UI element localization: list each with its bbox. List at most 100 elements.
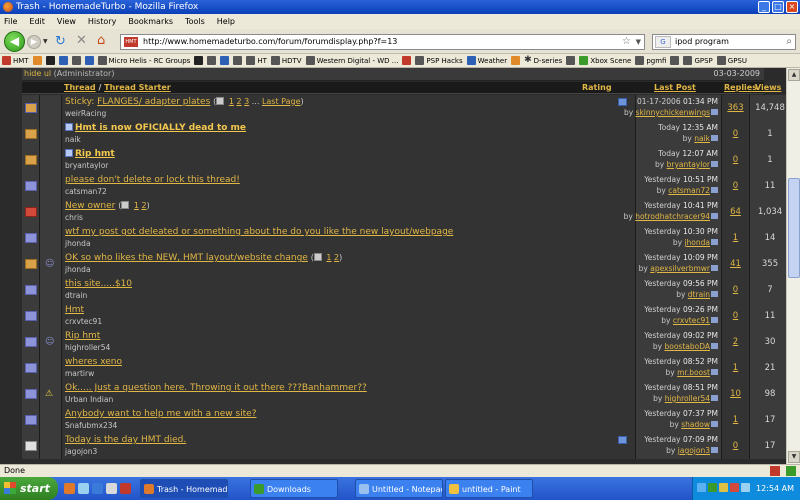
thread-starter[interactable]: bryantaylor [65,161,108,170]
thread-title-link[interactable]: Hmt is now OFICIALLY dead to me [75,123,246,133]
thread-title-link[interactable]: OK so who likes the NEW, HMT layout/webs… [65,253,308,263]
search-magnifier-icon[interactable]: ⌕ [786,35,792,49]
bookmark-item[interactable] [220,56,230,65]
replies-link[interactable]: 10 [730,389,741,399]
thread-title-link[interactable]: New owner [65,201,115,211]
bookmark-item[interactable]: Micro Helis - RC Groups [97,56,190,65]
bookmark-item[interactable]: Weather [466,56,507,65]
replies-link[interactable]: 41 [730,259,741,269]
history-dropdown-icon[interactable]: ▼ [43,38,48,45]
page-link[interactable]: 1 [326,253,331,262]
page-link[interactable]: 1 [134,201,139,210]
replies-link[interactable]: 1 [733,233,738,243]
url-bar[interactable]: HMT http://www.homemadeturbo.com/forum/f… [120,34,645,50]
taskbar-button[interactable]: untitled - Paint [445,479,533,498]
reload-icon[interactable]: ↻ [55,34,66,49]
quicklaunch-ie-icon[interactable] [92,483,103,494]
tray-volume-icon[interactable] [719,483,728,492]
status-security-icon[interactable] [786,466,796,476]
last-poster-link[interactable]: mr.boost [677,368,710,377]
bookmark-item[interactable]: GPSU [716,56,747,65]
replies-link[interactable]: 0 [733,181,738,191]
go-to-last-post-icon[interactable] [711,291,718,297]
url-text[interactable]: http://www.homemadeturbo.com/forum/forum… [143,37,397,46]
bookmark-item[interactable] [402,56,412,65]
thread-starter[interactable]: jhonda [65,265,91,274]
scroll-up-icon[interactable]: ▲ [788,69,800,81]
search-box[interactable]: G ipod program ⌕ [652,34,796,50]
last-post-sort-link[interactable]: Last Post [654,83,696,92]
thread-title-link[interactable]: Rip hmt [75,149,115,159]
thread-starter[interactable]: highroller54 [65,343,110,352]
quicklaunch-app-icon[interactable] [120,483,131,494]
menu-history[interactable]: History [88,14,116,29]
last-poster-link[interactable]: catsman72 [668,186,710,195]
taskbar-button[interactable]: Downloads [250,479,338,498]
menu-edit[interactable]: Edit [29,14,45,29]
replies-link[interactable]: 0 [733,441,738,451]
thread-title-link[interactable]: wheres xeno [65,357,122,367]
thread-starter[interactable]: weirRacing [65,109,106,118]
thread-starter[interactable]: Snafubmx234 [65,421,117,430]
last-poster-link[interactable]: dtrain [688,290,710,299]
tray-security-icon[interactable] [708,483,717,492]
go-to-last-post-icon[interactable] [711,395,718,401]
go-to-last-post-icon[interactable] [711,187,718,193]
search-input[interactable]: ipod program [675,37,729,46]
replies-link[interactable]: 64 [730,207,741,217]
go-to-last-post-icon[interactable] [711,239,718,245]
close-button[interactable]: × [786,1,798,13]
go-to-last-post-icon[interactable] [711,213,718,219]
quicklaunch-firefox-icon[interactable] [64,483,75,494]
thread-title-link[interactable]: please don't delete or lock this thread! [65,175,240,185]
go-to-last-post-icon[interactable] [711,265,718,271]
thread-title-link[interactable]: FLANGES/ adapter plates [97,97,210,107]
last-poster-link[interactable]: hotrodhatchracer94 [635,212,710,221]
tray-update-icon[interactable] [741,483,750,492]
thread-starter[interactable]: dtrain [65,291,87,300]
bookmark-item[interactable] [45,56,55,65]
go-to-last-post-icon[interactable] [711,343,718,349]
last-poster-link[interactable]: shadow [681,420,710,429]
thread-title-link[interactable]: Today is the day HMT died. [65,435,186,445]
taskbar-button[interactable]: Trash - HomemadeTu... [140,479,228,498]
go-to-last-post-icon[interactable] [711,317,718,323]
back-arrow-icon[interactable]: ◀ [4,31,25,52]
bookmark-item[interactable]: GPSP [683,56,713,65]
bookmark-item[interactable] [84,56,94,65]
last-poster-link[interactable]: crxvtec91 [673,316,710,325]
tray-clock[interactable]: 12:54 AM [756,477,794,500]
go-to-last-post-icon[interactable] [711,161,718,167]
status-addon-icon[interactable] [770,466,780,476]
replies-link[interactable]: 363 [727,103,743,113]
bookmark-item[interactable]: HT [246,56,267,65]
last-poster-link[interactable]: apexsilverbmwr [650,264,710,273]
thread-title-link[interactable]: Ok..... Just a question here. Throwing i… [65,383,367,393]
thread-title-link[interactable]: this site.....$10 [65,279,132,289]
bookmark-item[interactable] [194,56,204,65]
page-link[interactable]: 2 [236,97,241,106]
bookmark-item[interactable]: ✱ D-series [524,56,562,65]
page-link[interactable]: 3 [244,97,249,106]
last-poster-link[interactable]: boostaboDA [664,342,710,351]
replies-link[interactable]: 0 [733,311,738,321]
rating-sort-link[interactable]: Rating [582,83,612,92]
search-engine-icon[interactable]: G [655,36,671,48]
minimize-button[interactable]: _ [758,1,770,13]
bookmark-item[interactable] [511,56,521,65]
bookmark-item[interactable] [233,56,243,65]
thread-starter[interactable]: chris [65,213,83,222]
thread-starter[interactable]: Urban Indian [65,395,113,404]
bookmark-item[interactable] [566,56,576,65]
bookmark-item[interactable]: HDTV [270,56,302,65]
url-dropdown-icon[interactable]: ▼ [636,35,641,49]
thread-starter[interactable]: catsman72 [65,187,107,196]
go-to-last-post-icon[interactable] [711,135,718,141]
thread-sort-link[interactable]: Thread / Thread Starter [64,83,171,92]
thread-starter[interactable]: martirw [65,369,94,378]
last-poster-link[interactable]: bryantaylor [667,160,710,169]
bookmark-item[interactable]: Western Digital - WD ... [305,56,398,65]
scrollbar-thumb[interactable] [788,178,800,278]
thread-starter[interactable]: naik [65,135,81,144]
tray-network-icon[interactable] [697,483,706,492]
